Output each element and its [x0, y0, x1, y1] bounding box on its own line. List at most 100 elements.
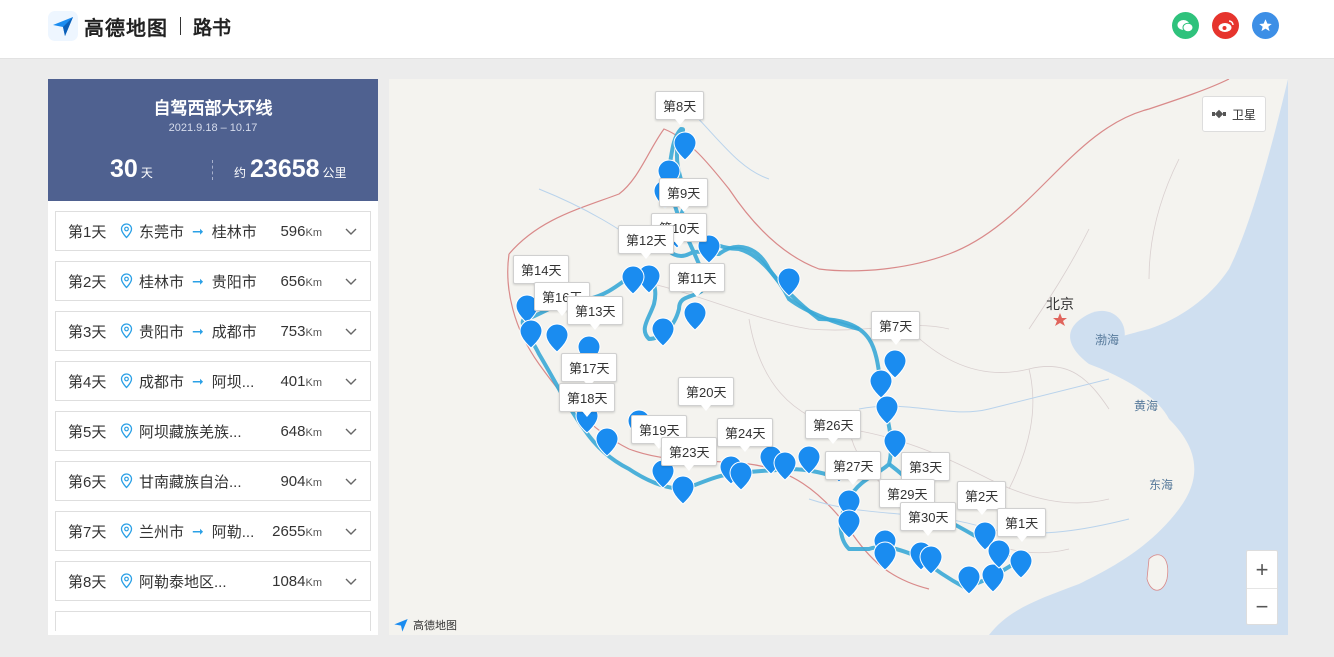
day-tip-8[interactable]: 第8天	[655, 91, 705, 125]
day-item-4[interactable]: 第4天 成都市 ➞ 阿坝... 401Km	[55, 361, 371, 401]
day-tip-14[interactable]: 第14天	[513, 255, 570, 289]
route-name: 甘南藏族自治...	[139, 473, 242, 491]
brand-name: 高德地图	[84, 17, 168, 40]
to-city: 桂林市	[211, 223, 257, 241]
day-label: 第3天	[68, 323, 107, 341]
day-tip-13[interactable]: 第13天	[567, 296, 624, 330]
distance-unit: Km	[305, 376, 323, 389]
day-distance: 753Km	[280, 323, 322, 340]
to-city: 阿坝...	[211, 373, 255, 391]
brand-divider	[180, 17, 181, 35]
weibo-share-icon[interactable]	[1212, 12, 1239, 39]
distance-number: 596	[280, 222, 306, 240]
satellite-icon	[1211, 109, 1226, 119]
distance-number: 1084	[272, 572, 306, 590]
day-tip-27[interactable]: 第27天	[825, 451, 882, 485]
day-distance: 2655Km	[272, 523, 322, 540]
day-tip-7[interactable]: 第7天	[871, 311, 921, 345]
chevron-down-icon[interactable]	[344, 424, 358, 438]
location-pin-icon	[120, 273, 133, 289]
amap-logo-icon	[48, 11, 78, 41]
day-tip-30[interactable]: 第30天	[900, 502, 957, 536]
day-tip-23[interactable]: 第23天	[661, 437, 718, 471]
distance-unit: Km	[305, 226, 323, 239]
zoom-control: + −	[1246, 550, 1278, 625]
day-tip-18[interactable]: 第18天	[559, 383, 616, 417]
from-city: 兰州市	[139, 523, 185, 541]
trip-days: 30 天	[110, 155, 153, 184]
arrow-right-icon: ➞	[192, 372, 204, 389]
days-count: 30	[110, 155, 138, 183]
distance-unit: Km	[305, 476, 323, 489]
chevron-down-icon[interactable]	[344, 474, 358, 488]
trip-summary: 自驾西部大环线 2021.9.18 – 10.17 30 天 约 23658 公…	[48, 79, 378, 201]
zoom-in-button[interactable]: +	[1247, 551, 1277, 588]
chevron-down-icon[interactable]	[344, 224, 358, 238]
day-item-3[interactable]: 第3天 贵阳市 ➞ 成都市 753Km	[55, 311, 371, 351]
location-pin-icon	[120, 523, 133, 539]
chevron-down-icon[interactable]	[344, 574, 358, 588]
day-distance: 596Km	[280, 223, 322, 240]
distance-number: 904	[280, 472, 306, 490]
chevron-down-icon[interactable]	[344, 324, 358, 338]
day-item-1[interactable]: 第1天 东莞市 ➞ 桂林市 596Km	[55, 211, 371, 251]
amap-logo[interactable]: 高德地图 路书	[48, 10, 231, 42]
location-pin-icon	[120, 423, 133, 439]
day-tip-26[interactable]: 第26天	[805, 410, 862, 444]
day-label: 第8天	[68, 573, 107, 591]
distance-unit: Km	[305, 526, 323, 539]
zoom-out-button[interactable]: −	[1247, 588, 1277, 625]
day-distance: 401Km	[280, 373, 322, 390]
location-pin-icon	[120, 323, 133, 339]
wechat-share-icon[interactable]	[1172, 12, 1199, 39]
day-item-2[interactable]: 第2天 桂林市 ➞ 贵阳市 656Km	[55, 261, 371, 301]
day-list: 第1天 东莞市 ➞ 桂林市 596Km 第2天 桂林市 ➞ 贵阳市 656Km …	[55, 211, 371, 635]
day-item-8[interactable]: 第8天 阿勒泰地区... 1084Km	[55, 561, 371, 601]
from-city: 贵阳市	[139, 323, 185, 341]
day-tip-3[interactable]: 第3天	[901, 452, 951, 486]
route-name: 阿坝藏族羌族...	[139, 423, 242, 441]
amap-logo-icon	[394, 619, 408, 632]
distance-number: 753	[280, 322, 306, 340]
day-tip-2[interactable]: 第2天	[957, 481, 1007, 515]
day-item-6[interactable]: 第6天 甘南藏族自治... 904Km	[55, 461, 371, 501]
day-label: 第5天	[68, 423, 107, 441]
distance-prefix: 约	[234, 166, 247, 180]
day-label: 第6天	[68, 473, 107, 491]
map-brand-label: 高德地图	[413, 620, 457, 632]
location-pin-icon	[120, 573, 133, 589]
satellite-toggle-button[interactable]: 卫星	[1202, 96, 1266, 132]
route-map[interactable]: 北京 渤海 黄海 东海 第8天 第9天 第10天 第12天 第11天 第14天 …	[389, 79, 1288, 635]
day-tip-20[interactable]: 第20天	[678, 377, 735, 411]
day-item-7[interactable]: 第7天 兰州市 ➞ 阿勒... 2655Km	[55, 511, 371, 551]
top-bar: 高德地图 路书	[0, 0, 1334, 59]
chevron-down-icon[interactable]	[344, 374, 358, 388]
chevron-down-icon[interactable]	[344, 524, 358, 538]
from-city: 成都市	[139, 373, 185, 391]
chevron-down-icon[interactable]	[344, 274, 358, 288]
day-item-5[interactable]: 第5天 阿坝藏族羌族... 648Km	[55, 411, 371, 451]
day-tip-1[interactable]: 第1天	[997, 508, 1047, 542]
arrow-right-icon: ➞	[192, 322, 204, 339]
distance-unit: Km	[305, 576, 323, 589]
map-brand: 高德地图	[393, 617, 457, 633]
day-distance: 904Km	[280, 473, 322, 490]
day-label: 第7天	[68, 523, 107, 541]
day-distance: 656Km	[280, 273, 322, 290]
day-tip-17[interactable]: 第17天	[561, 353, 618, 387]
favorite-icon[interactable]	[1252, 12, 1279, 39]
day-tip-9[interactable]: 第9天	[659, 178, 709, 212]
day-tip-24[interactable]: 第24天	[717, 418, 774, 452]
route-pins[interactable]	[389, 79, 1288, 635]
day-tip-11[interactable]: 第11天	[669, 263, 725, 297]
section-title: 路书	[193, 17, 232, 39]
day-tip-12[interactable]: 第12天	[618, 225, 675, 259]
arrow-right-icon: ➞	[192, 522, 204, 539]
days-unit: 天	[140, 166, 153, 180]
day-item-partial[interactable]	[55, 611, 371, 631]
arrow-right-icon: ➞	[192, 272, 204, 289]
location-pin-icon	[120, 223, 133, 239]
distance-number: 656	[280, 272, 306, 290]
distance-value: 23658	[250, 155, 320, 183]
day-label: 第4天	[68, 373, 107, 391]
